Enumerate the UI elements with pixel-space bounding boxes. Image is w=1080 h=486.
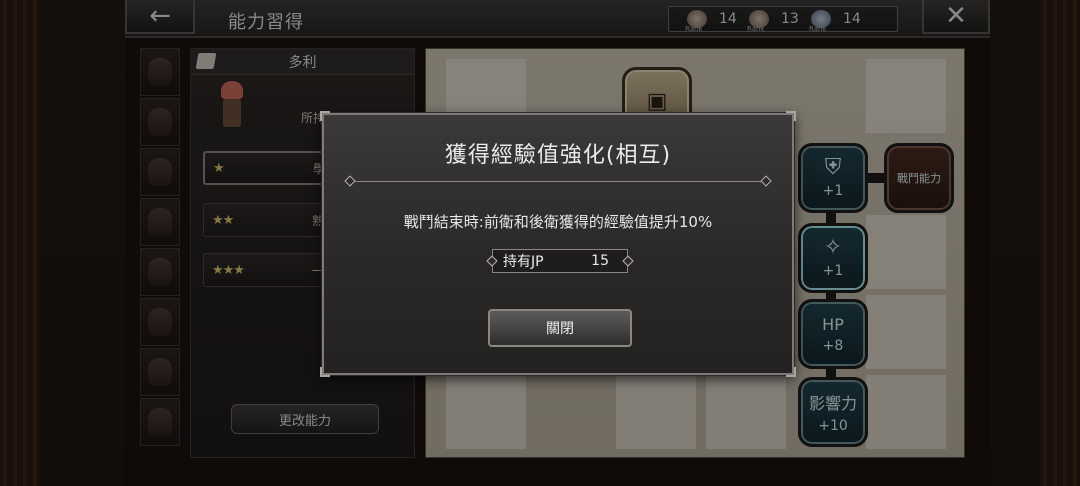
jp-label: 持有JP xyxy=(503,254,544,270)
dialog-corner xyxy=(320,367,330,377)
dialog-title: 獲得經驗值強化(相互) xyxy=(444,143,672,168)
dialog-divider xyxy=(350,181,770,182)
dialog-corner xyxy=(320,111,330,121)
diamond-ornament-icon xyxy=(344,175,356,187)
dialog-corner xyxy=(786,111,796,121)
ability-description: 戰鬥結束時:前衛和後衛獲得的經驗值提升10% xyxy=(403,213,713,231)
dialog-close-button[interactable]: 關閉 xyxy=(488,309,632,347)
dialog-corner xyxy=(786,367,796,377)
ability-detail-dialog: 獲得經驗值強化(相互) 戰鬥結束時:前衛和後衛獲得的經驗值提升10% 持有JP … xyxy=(320,111,796,377)
diamond-ornament-icon xyxy=(760,175,772,187)
jp-display: 持有JP 15 xyxy=(492,249,628,273)
jp-value: 15 xyxy=(591,253,609,269)
